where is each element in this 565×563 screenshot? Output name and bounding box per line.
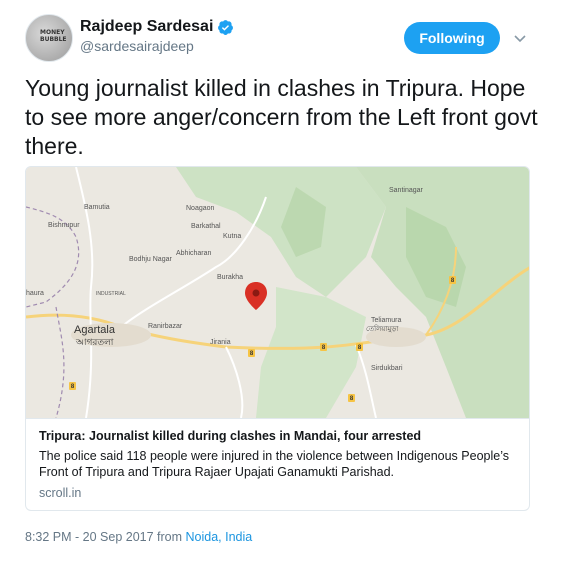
map-label-sirdukbari: Sirdukbari	[371, 365, 403, 372]
map-label-teliamura: Teliamura	[371, 317, 401, 324]
card-domain: scroll.in	[39, 486, 82, 500]
map-label-industrial: INDUSTRIAL	[96, 291, 126, 297]
avatar[interactable]: MONEY BUBBLE	[25, 14, 73, 62]
map-label-bodhju-nagar: Bodhju Nagar	[129, 256, 172, 263]
map-label-santinagar: Santinagar	[389, 187, 424, 194]
map-label-jirania: Jirania	[210, 339, 231, 346]
map-label-agartala-local: আগরতলা	[75, 338, 114, 348]
avatar-text: MONEY BUBBLE	[40, 29, 67, 43]
verified-badge-icon	[218, 19, 234, 35]
user-display-name[interactable]: Rajdeep Sardesai	[80, 18, 213, 36]
card-body[interactable]: Tripura: Journalist killed during clashe…	[26, 418, 529, 510]
map-label-teliamura-local: তেলিয়ামুড়া	[366, 325, 399, 333]
tweet-header: MONEY BUBBLE Rajdeep Sardesai @sardesair…	[0, 0, 565, 70]
card-description: The police said 118 people were injured …	[39, 449, 510, 479]
tweet-location-link[interactable]: Noida, India	[186, 530, 253, 544]
card-title[interactable]: Tripura: Journalist killed during clashe…	[39, 428, 518, 444]
map-label-bamutia: Bamutia	[84, 204, 110, 211]
map-label-noagaon: Noagaon	[186, 205, 215, 212]
link-card[interactable]: Bishnupur Bamutia Noagaon Barkathal Kutn…	[25, 166, 530, 511]
map-label-barkathal: Barkathal	[191, 223, 221, 230]
chevron-down-icon[interactable]	[512, 30, 528, 46]
user-handle[interactable]: @sardesairajdeep	[80, 38, 194, 54]
user-name-row: Rajdeep Sardesai	[80, 18, 234, 36]
tweet-text: Young journalist killed in clashes in Tr…	[25, 75, 538, 159]
following-button[interactable]: Following	[404, 22, 500, 54]
map-label-abhicharan: Abhicharan	[176, 250, 212, 257]
tweet-footer: 8:32 PM - 20 Sep 2017 from Noida, India	[25, 530, 252, 544]
map-label-bishnupur: Bishnupur	[48, 222, 80, 229]
map-image: Bishnupur Bamutia Noagaon Barkathal Kutn…	[26, 167, 529, 418]
map-label-kutna: Kutna	[223, 233, 241, 240]
map-label-burakha: Burakha	[217, 274, 243, 281]
map-label-agartala: Agartala	[74, 324, 116, 336]
map-label-ranirbazar: Ranirbazar	[148, 323, 183, 330]
tweet-timestamp[interactable]: 8:32 PM - 20 Sep 2017 from	[25, 530, 186, 544]
map-label-haura: haura	[26, 290, 44, 297]
